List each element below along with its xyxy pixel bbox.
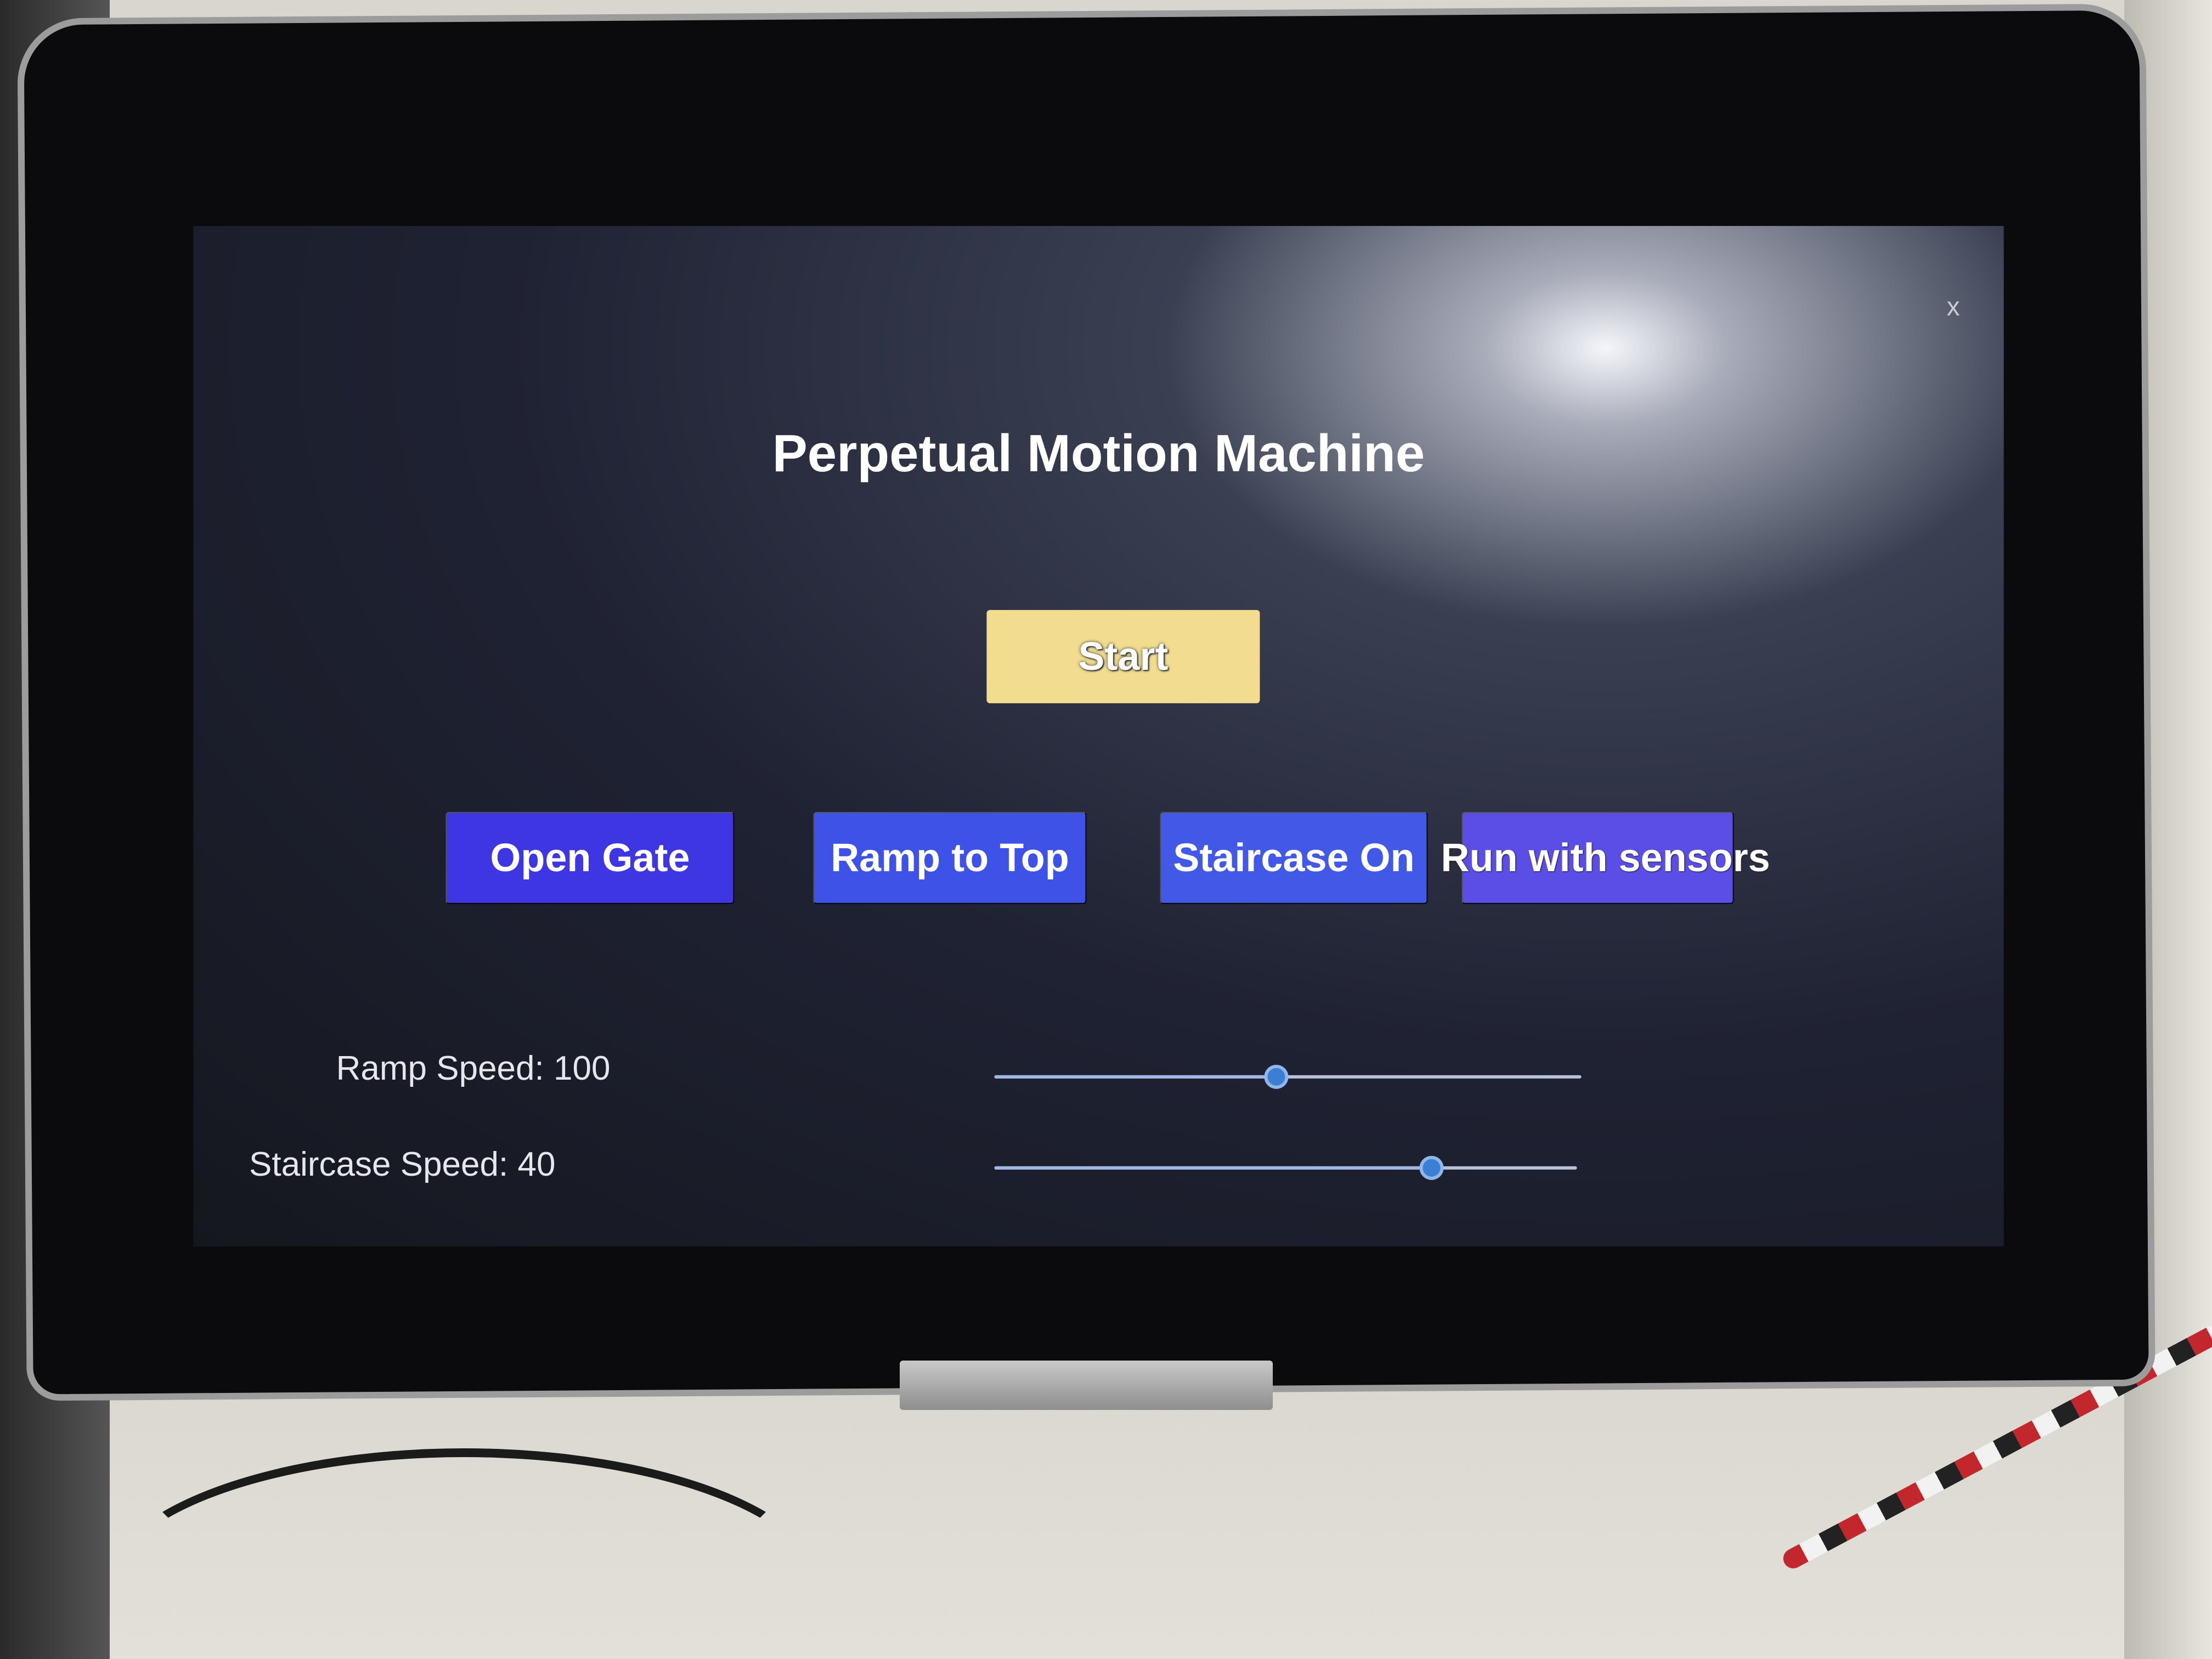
open-gate-button[interactable]: Open Gate xyxy=(445,811,735,904)
ramp-speed-slider-fill xyxy=(994,1075,1277,1079)
close-icon[interactable]: x xyxy=(1946,292,1960,322)
ramp-to-top-button[interactable]: Ramp to Top xyxy=(813,811,1087,904)
staircase-speed-slider[interactable] xyxy=(994,1155,1577,1180)
staircase-speed-slider-fill xyxy=(994,1166,1431,1170)
staircase-on-button[interactable]: Staircase On xyxy=(1160,811,1428,904)
tablet-stand xyxy=(900,1361,1273,1410)
ramp-speed-label: Ramp Speed: 100 xyxy=(336,1049,611,1087)
staircase-speed-label: Staircase Speed: 40 xyxy=(249,1145,556,1183)
run-with-sensors-button[interactable]: Run with sensors xyxy=(1441,811,1770,904)
tablet-bezel: x Perpetual Motion Machine Start Open Ga… xyxy=(17,3,2155,1401)
ramp-speed-slider-thumb[interactable] xyxy=(1264,1064,1289,1089)
page-title: Perpetual Motion Machine xyxy=(772,424,1425,483)
ramp-speed-slider[interactable] xyxy=(994,1064,1582,1089)
staircase-speed-slider-thumb[interactable] xyxy=(1419,1155,1443,1180)
start-button[interactable]: Start xyxy=(986,610,1260,703)
run-with-sensors-label: Run with sensors xyxy=(1441,836,1770,880)
app-screen: x Perpetual Motion Machine Start Open Ga… xyxy=(193,225,2004,1246)
